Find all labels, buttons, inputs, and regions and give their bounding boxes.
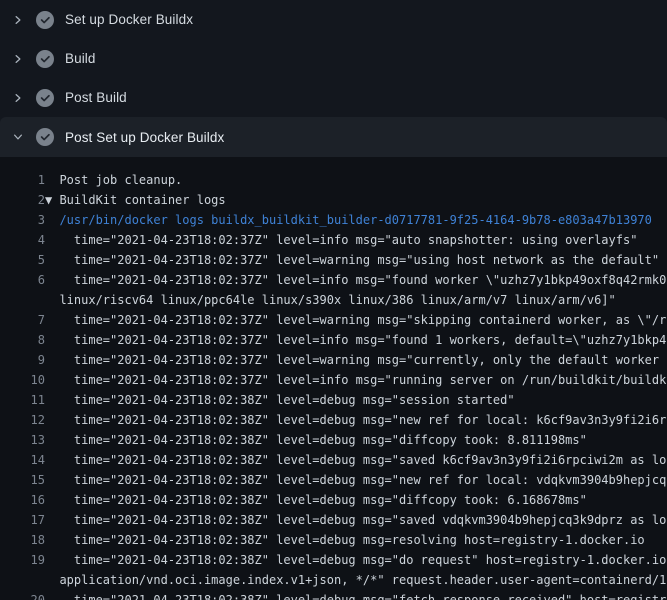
chevron-right-icon [10, 90, 26, 106]
log-row: 17 time="2021-04-23T18:02:38Z" level=deb… [0, 510, 667, 530]
chevron-down-icon [10, 129, 26, 145]
log-row: 14 time="2021-04-23T18:02:38Z" level=deb… [0, 450, 667, 470]
log-text: time="2021-04-23T18:02:37Z" level=warnin… [45, 350, 667, 370]
log-row-command: 3 /usr/bin/docker logs buildx_buildkit_b… [0, 210, 667, 230]
step-row-post-build[interactable]: Post Build [0, 78, 667, 117]
line-number[interactable]: 19 [0, 550, 45, 570]
log-text: time="2021-04-23T18:02:38Z" level=debug … [45, 390, 515, 410]
line-number[interactable] [0, 570, 45, 590]
log-text: time="2021-04-23T18:02:37Z" level=info m… [45, 330, 667, 350]
log-row: 10 time="2021-04-23T18:02:37Z" level=inf… [0, 370, 667, 390]
line-number[interactable] [0, 290, 45, 310]
log-text: time="2021-04-23T18:02:38Z" level=debug … [45, 490, 587, 510]
log-text: time="2021-04-23T18:02:38Z" level=debug … [45, 550, 667, 570]
log-row: 5 time="2021-04-23T18:02:37Z" level=warn… [0, 250, 667, 270]
step-label: Post Build [65, 90, 127, 105]
step-label: Post Set up Docker Buildx [65, 130, 224, 145]
step-label: Build [65, 51, 96, 66]
line-number[interactable]: 18 [0, 530, 45, 550]
step-row-build[interactable]: Build [0, 39, 667, 78]
step-row-set-up-docker-buildx[interactable]: Set up Docker Buildx [0, 0, 667, 39]
log-text: time="2021-04-23T18:02:38Z" level=debug … [45, 510, 667, 530]
line-number[interactable]: 14 [0, 450, 45, 470]
log-row: 13 time="2021-04-23T18:02:38Z" level=deb… [0, 430, 667, 450]
log-text: linux/riscv64 linux/ppc64le linux/s390x … [45, 290, 616, 310]
log-area[interactable]: 1 Post job cleanup. 2 ▼ BuildKit contain… [0, 157, 667, 600]
log-text: time="2021-04-23T18:02:38Z" level=debug … [45, 430, 587, 450]
log-row: 2 ▼ BuildKit container logs [0, 190, 667, 210]
log-row: 12 time="2021-04-23T18:02:38Z" level=deb… [0, 410, 667, 430]
line-number[interactable]: 17 [0, 510, 45, 530]
log-group-toggle[interactable]: ▼ BuildKit container logs [45, 190, 226, 210]
line-number[interactable]: 7 [0, 310, 45, 330]
actions-log-viewer: Set up Docker Buildx Build [0, 0, 667, 600]
check-circle-icon [36, 11, 54, 29]
line-number[interactable]: 10 [0, 370, 45, 390]
log-text: time="2021-04-23T18:02:37Z" level=info m… [45, 370, 667, 390]
line-number[interactable]: 3 [0, 210, 45, 230]
log-text: time="2021-04-23T18:02:37Z" level=info m… [45, 270, 667, 290]
log-row: 6 time="2021-04-23T18:02:37Z" level=info… [0, 270, 667, 290]
line-number[interactable]: 16 [0, 490, 45, 510]
line-number[interactable]: 6 [0, 270, 45, 290]
log-row: 1 Post job cleanup. [0, 170, 667, 190]
log-text: time="2021-04-23T18:02:38Z" level=debug … [45, 530, 645, 550]
log-row: 11 time="2021-04-23T18:02:38Z" level=deb… [0, 390, 667, 410]
step-list: Set up Docker Buildx Build [0, 0, 667, 157]
log-text: time="2021-04-23T18:02:37Z" level=info m… [45, 230, 637, 250]
log-row: 15 time="2021-04-23T18:02:38Z" level=deb… [0, 470, 667, 490]
log-row: 9 time="2021-04-23T18:02:37Z" level=warn… [0, 350, 667, 370]
line-number[interactable]: 1 [0, 170, 45, 190]
log-row: 20 time="2021-04-23T18:02:38Z" level=deb… [0, 590, 667, 600]
log-text: time="2021-04-23T18:02:38Z" level=debug … [45, 470, 667, 490]
line-number[interactable]: 13 [0, 430, 45, 450]
log-row: 8 time="2021-04-23T18:02:37Z" level=info… [0, 330, 667, 350]
log-row: 16 time="2021-04-23T18:02:38Z" level=deb… [0, 490, 667, 510]
check-circle-icon [36, 50, 54, 68]
chevron-right-icon [10, 51, 26, 67]
chevron-right-icon [10, 12, 26, 28]
log-row: application/vnd.oci.image.index.v1+json,… [0, 570, 667, 590]
log-text: Post job cleanup. [45, 170, 182, 190]
log-text: time="2021-04-23T18:02:38Z" level=debug … [45, 450, 667, 470]
step-row-post-set-up-docker-buildx[interactable]: Post Set up Docker Buildx [0, 117, 667, 157]
log-row: 7 time="2021-04-23T18:02:37Z" level=warn… [0, 310, 667, 330]
check-circle-icon [36, 89, 54, 107]
log-row: 18 time="2021-04-23T18:02:38Z" level=deb… [0, 530, 667, 550]
line-number[interactable]: 11 [0, 390, 45, 410]
line-number[interactable]: 8 [0, 330, 45, 350]
line-number[interactable]: 4 [0, 230, 45, 250]
check-circle-icon [36, 128, 54, 146]
line-number[interactable]: 5 [0, 250, 45, 270]
log-text: /usr/bin/docker logs buildx_buildkit_bui… [45, 210, 652, 230]
step-label: Set up Docker Buildx [65, 12, 193, 27]
log-row: 19 time="2021-04-23T18:02:38Z" level=deb… [0, 550, 667, 570]
log-row: 4 time="2021-04-23T18:02:37Z" level=info… [0, 230, 667, 250]
log-text: application/vnd.oci.image.index.v1+json,… [45, 570, 667, 590]
log-text: time="2021-04-23T18:02:37Z" level=warnin… [45, 310, 667, 330]
log-text: time="2021-04-23T18:02:38Z" level=debug … [45, 410, 667, 430]
log-text: time="2021-04-23T18:02:38Z" level=debug … [45, 590, 667, 600]
log-text: time="2021-04-23T18:02:37Z" level=warnin… [45, 250, 659, 270]
line-number[interactable]: 12 [0, 410, 45, 430]
log-row: linux/riscv64 linux/ppc64le linux/s390x … [0, 290, 667, 310]
line-number[interactable]: 20 [0, 590, 45, 600]
line-number[interactable]: 15 [0, 470, 45, 490]
line-number[interactable]: 9 [0, 350, 45, 370]
line-number[interactable]: 2 [0, 190, 45, 210]
